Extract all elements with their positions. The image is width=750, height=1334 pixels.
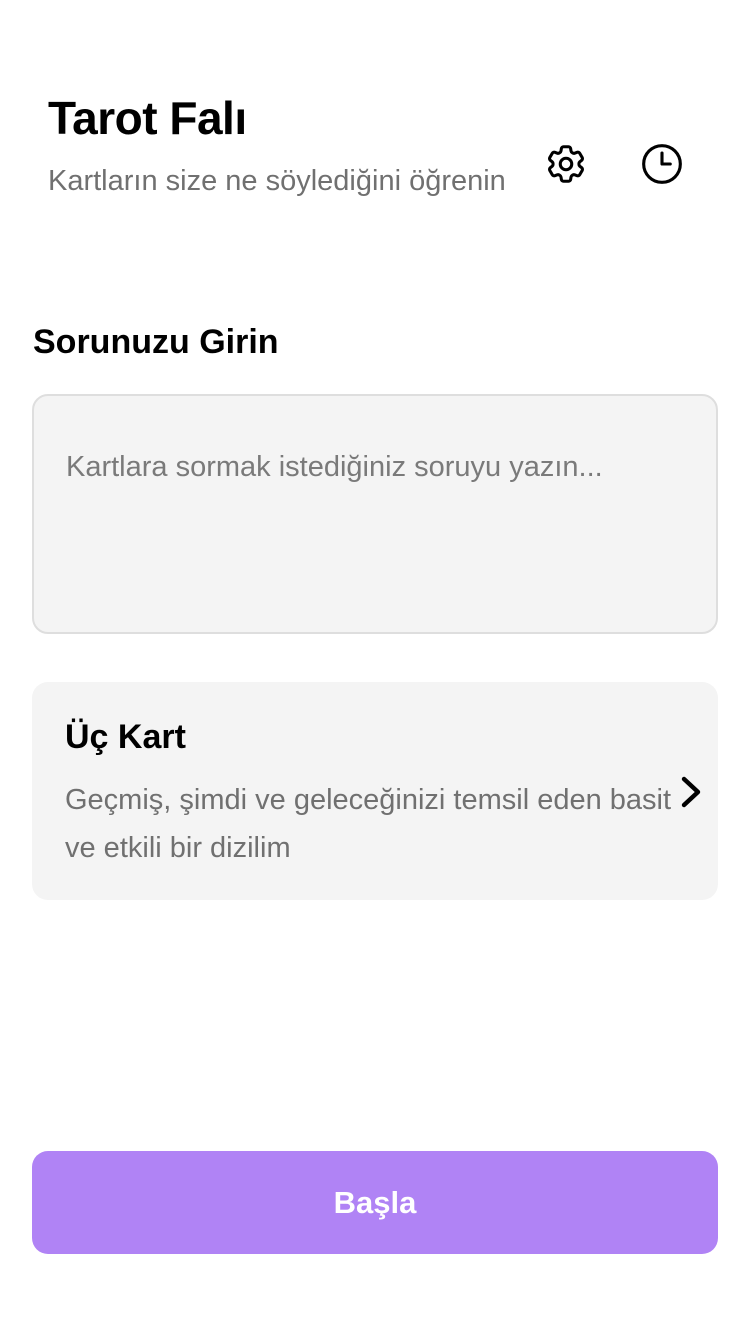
gear-icon [548,145,585,183]
history-button[interactable] [638,140,686,188]
question-label: Sorunuzu Girin [33,323,279,361]
page-subtitle: Kartların size ne söylediğini öğrenin [48,165,506,197]
question-field-container [32,394,718,634]
page-header: Tarot Falı Kartların size ne söylediğini… [48,90,508,200]
settings-button[interactable] [542,140,590,188]
chevron-right-icon [681,776,701,808]
start-button[interactable]: Başla [32,1151,718,1254]
question-input[interactable] [34,396,716,632]
spread-selector-three-card[interactable]: Üç Kart Geçmiş, şimdi ve geleceğinizi te… [32,682,718,900]
spread-title: Üç Kart [65,718,186,756]
page-title: Tarot Falı [48,92,247,144]
spread-description: Geçmiş, şimdi ve geleceğinizi temsil ede… [65,784,672,864]
clock-icon [642,144,682,184]
